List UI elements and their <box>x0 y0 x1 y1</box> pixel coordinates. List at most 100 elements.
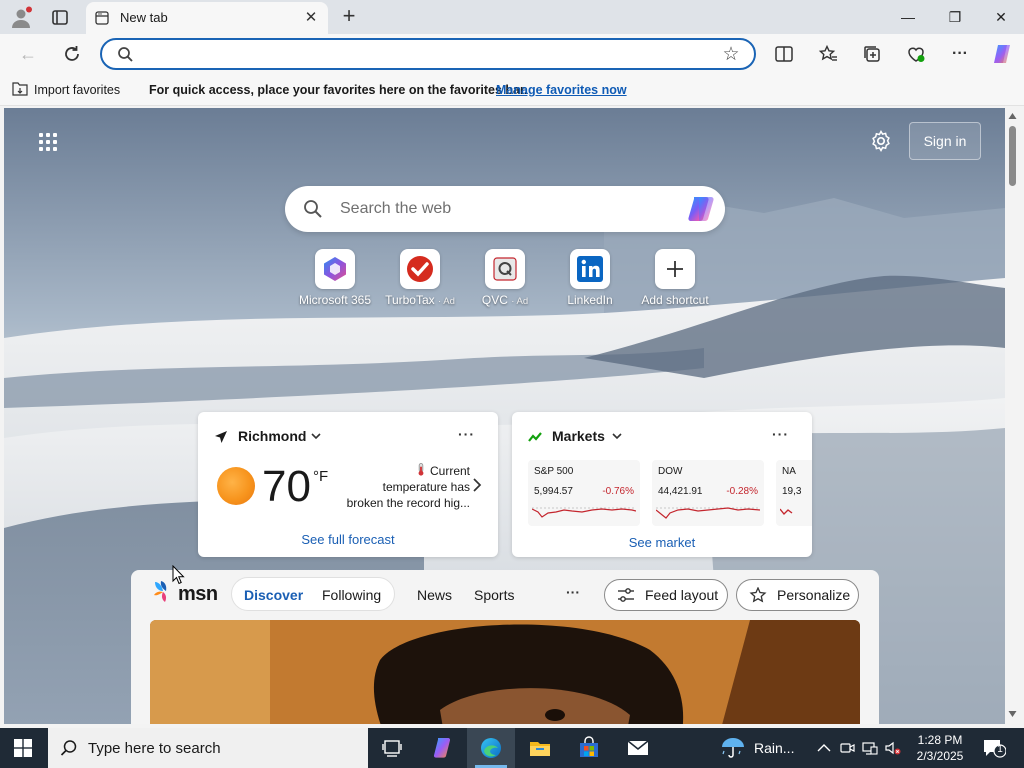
personalize-button[interactable]: Personalize <box>736 579 859 611</box>
web-search-icon <box>304 200 322 218</box>
see-market-link[interactable]: See market <box>512 535 812 550</box>
taskbar-copilot-button[interactable] <box>419 728 467 768</box>
msn-logo[interactable]: msn <box>151 579 221 605</box>
plus-icon <box>667 261 683 277</box>
sign-in-button[interactable]: Sign in <box>909 122 981 160</box>
browser-toolbar: ← ☆ ··· <box>0 34 1024 74</box>
back-icon[interactable]: ← <box>17 43 39 65</box>
notification-count: 1 <box>997 744 1003 755</box>
volume-muted-icon[interactable] <box>885 740 901 756</box>
address-bar[interactable]: ☆ <box>100 38 756 70</box>
markets-title[interactable]: Markets <box>552 428 605 444</box>
markets-more-button[interactable]: ··· <box>772 426 789 442</box>
collections-icon[interactable] <box>862 44 882 64</box>
ticker-dow[interactable]: DOW 44,421.91 -0.28% <box>652 460 764 526</box>
new-tab-button[interactable]: + <box>338 5 360 27</box>
windows-start-icon[interactable] <box>14 739 32 757</box>
file-explorer-icon <box>530 742 550 756</box>
close-window-icon[interactable]: ✕ <box>986 6 1016 28</box>
shortcut-turbotax[interactable]: TurboTax · Ad <box>375 249 465 307</box>
weather-alert-text[interactable]: Current temperature has broken the recor… <box>334 463 470 511</box>
taskbar-weather-text[interactable]: Rain... <box>754 740 794 756</box>
ticker-change: -0.76% <box>602 486 634 497</box>
taskbar-file-explorer-button[interactable] <box>516 728 564 768</box>
copilot-icon[interactable] <box>990 42 1014 66</box>
taskbar-search-box[interactable]: Type here to search <box>48 728 368 768</box>
weather-location[interactable]: Richmond <box>238 428 306 444</box>
manage-favorites-link[interactable]: Manage favorites now <box>496 83 627 97</box>
feed-nav-news[interactable]: News <box>417 587 452 603</box>
shortcut-linkedin[interactable]: LinkedIn <box>545 249 635 307</box>
add-shortcut-button[interactable]: Add shortcut <box>630 249 720 307</box>
restore-icon[interactable]: ❐ <box>940 6 970 28</box>
taskbar-edge-button[interactable] <box>467 728 515 768</box>
taskbar-store-button[interactable] <box>565 728 613 768</box>
web-search-placeholder: Search the web <box>340 200 452 217</box>
weather-more-button[interactable]: ··· <box>458 426 475 442</box>
feed-nav-sports[interactable]: Sports <box>474 587 514 603</box>
network-icon[interactable] <box>862 740 878 756</box>
address-input[interactable] <box>144 44 714 64</box>
ad-label: · Ad <box>511 296 529 307</box>
import-favorites-button[interactable]: Import favorites <box>34 83 120 97</box>
favorites-bar: Import favorites For quick access, place… <box>0 74 1024 106</box>
personalize-label: Personalize <box>777 587 851 603</box>
scrollbar-thumb[interactable] <box>1009 126 1016 186</box>
tab-discover[interactable]: Discover <box>244 587 303 603</box>
feed-layout-label: Feed layout <box>645 587 719 603</box>
page-scrollbar[interactable] <box>1005 108 1020 724</box>
favorites-icon[interactable] <box>818 44 838 64</box>
mail-icon <box>627 740 649 755</box>
clock-time: 1:28 PM <box>917 733 963 747</box>
markets-card[interactable]: Markets ··· S&P 500 5,994.57 -0.76% DOW … <box>512 412 812 557</box>
ticker-name: S&P 500 <box>534 466 574 477</box>
ticker-sp500[interactable]: S&P 500 5,994.57 -0.76% <box>528 460 640 526</box>
feed-hero-image[interactable] <box>150 620 860 724</box>
close-tab-icon[interactable]: ✕ <box>302 9 320 27</box>
page-settings-gear-icon[interactable] <box>870 130 892 152</box>
chevron-right-icon[interactable] <box>472 478 482 492</box>
windows-taskbar: Type here to search Rain... 1:28 PM 2/3/… <box>0 728 1024 768</box>
split-screen-icon[interactable] <box>774 44 794 64</box>
shortcut-label: LinkedIn <box>567 293 613 307</box>
shortcut-microsoft-365[interactable]: Microsoft 365 <box>290 249 380 307</box>
new-tab-page: Sign in Search the web Microsoft 365 Tur… <box>4 108 1005 724</box>
notification-center-button[interactable]: 1 <box>982 738 1006 758</box>
weather-card[interactable]: Richmond ··· 70 °F Current temperature h… <box>198 412 498 557</box>
web-search-box[interactable]: Search the web <box>285 186 725 232</box>
settings-more-icon[interactable]: ··· <box>950 44 970 64</box>
linkedin-icon <box>577 256 603 282</box>
favorite-star-icon[interactable]: ☆ <box>720 44 742 66</box>
refresh-icon[interactable] <box>61 43 83 65</box>
chevron-down-icon[interactable] <box>310 430 322 442</box>
meet-now-icon[interactable] <box>839 740 855 756</box>
apps-grid-icon[interactable] <box>38 132 58 152</box>
see-full-forecast-link[interactable]: See full forecast <box>198 532 498 547</box>
feed-layout-button[interactable]: Feed layout <box>604 579 728 611</box>
chevron-up-icon[interactable] <box>816 740 832 756</box>
ticker-change: -0.28% <box>726 486 758 497</box>
taskbar-mail-button[interactable] <box>614 728 662 768</box>
taskbar-search-placeholder: Type here to search <box>88 740 221 757</box>
sunny-weather-icon <box>217 467 255 505</box>
browser-essentials-icon[interactable] <box>906 44 926 64</box>
chevron-down-icon[interactable] <box>611 430 623 442</box>
taskbar-clock[interactable]: 1:28 PM 2/3/2025 <box>912 732 968 764</box>
ticker-nasdaq[interactable]: NA 19,3 <box>776 460 812 526</box>
task-view-button[interactable] <box>368 728 416 768</box>
copilot-search-icon[interactable] <box>685 195 715 223</box>
scroll-down-icon[interactable] <box>1008 710 1017 718</box>
scroll-up-icon[interactable] <box>1008 112 1017 120</box>
taskbar-search-icon <box>60 740 77 756</box>
shortcut-qvc[interactable]: QVC · Ad <box>460 249 550 307</box>
rain-umbrella-icon[interactable] <box>720 736 746 760</box>
hero-portrait-image <box>150 620 860 724</box>
feed-tab-group: Discover Following <box>231 577 395 611</box>
tab-new-tab[interactable]: New tab ✕ <box>86 2 328 34</box>
profile-icon[interactable] <box>9 6 33 30</box>
tab-actions-icon[interactable] <box>48 7 72 29</box>
minimize-icon[interactable]: — <box>893 6 923 28</box>
feed-more-button[interactable]: ··· <box>566 584 580 600</box>
tab-following[interactable]: Following <box>322 587 381 603</box>
qvc-icon <box>493 257 517 281</box>
